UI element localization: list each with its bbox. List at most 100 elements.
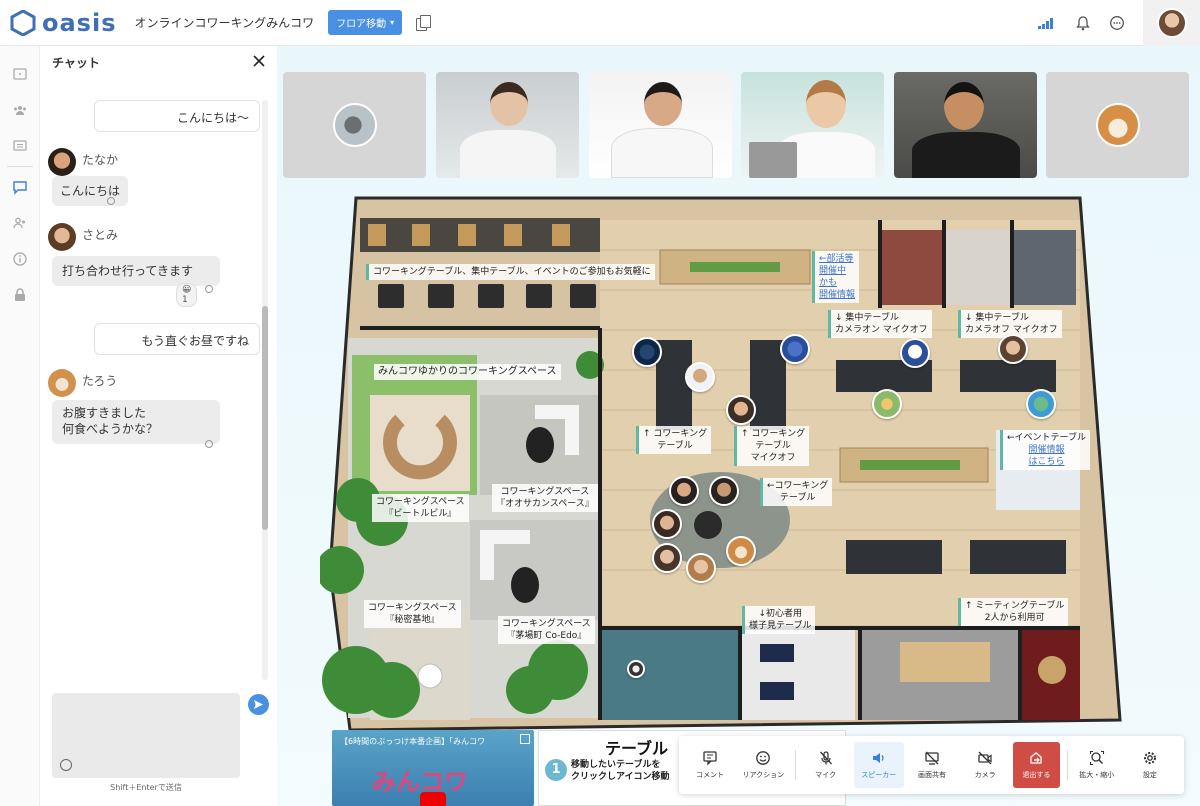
toolbar-divider [1066,750,1068,780]
lock-icon [15,288,25,301]
floor-label[interactable]: コワーキングスペース 『秘密基地』 [364,600,461,628]
bell-icon[interactable] [1075,15,1091,31]
emoji-icon[interactable] [60,759,72,771]
exit-button[interactable]: 退出する [1013,742,1060,788]
avatar[interactable] [1026,389,1056,419]
video-tile[interactable] [283,72,426,178]
floor-label[interactable]: コワーキングスペース 『茅場町 Co-Edo』 [498,616,595,644]
floor-label: ←コワーキング テーブル [760,478,833,506]
message-line: 何食べようかな？ [62,422,159,436]
send-button[interactable] [248,694,269,715]
add-reaction-icon[interactable] [205,440,213,448]
zoom-button[interactable]: 拡大・縮小 [1072,742,1122,788]
chat-scroll-thumb[interactable] [262,306,268,530]
video-tile[interactable] [589,72,732,178]
mic-button[interactable]: マイク [800,742,850,788]
floor-move-button[interactable]: フロア移動 ▾ [328,10,403,35]
rail-info-button[interactable] [0,241,40,277]
video-tile[interactable] [436,72,579,178]
rail-chat-button[interactable] [0,169,40,205]
label-line: 『茅場町 Co-Edo』 [506,631,587,641]
label-line: ↓初心者用 [758,609,802,619]
tool-label: カメラ [974,771,996,779]
message-sender: たなか [82,153,119,167]
chat-bubble-icon[interactable] [1109,15,1125,31]
label-line: コワーキングスペース [500,487,590,497]
comments-icon [13,140,27,151]
video-tile[interactable] [894,72,1037,178]
avatar[interactable] [652,543,682,573]
floor-label: ↓ 集中テーブル カメラオン マイクオフ [828,310,932,338]
reaction-button[interactable]: リアクション [738,742,788,788]
label-line: テーブル [657,441,693,451]
video-tile[interactable] [1046,72,1189,178]
add-reaction-icon[interactable] [205,285,213,293]
control-toolbar: コメント リアクション マイク スピーカー 画面共有 カメラ 退出する 拡大・縮… [679,736,1184,794]
close-icon[interactable] [250,52,268,70]
left-rail [0,46,40,806]
rail-users-button[interactable] [0,205,40,241]
label-line: 『オオサカンスペース』 [496,499,594,509]
play-icon[interactable] [420,792,446,806]
app-logo[interactable]: oasis [10,9,116,37]
message-bubble: 打ち合わせ行ってきます [52,256,220,286]
floor-label: コワーキングテーブル、集中テーブル、イベントのご参加もお気軽に [366,264,655,280]
floor-label[interactable]: コワーキングスペース 『オオサカンスペース』 [492,484,598,512]
avatar[interactable] [780,334,810,364]
zoom-icon [1089,750,1104,766]
own-message: もう直ぐお昼ですね [94,323,260,355]
avatar[interactable] [627,660,645,678]
space-name: オンラインコワーキングみんコワ [134,16,315,30]
fullscreen-icon[interactable] [520,734,530,744]
info-icon [13,252,27,266]
video-logo: みんコワ [372,768,468,796]
chat-input[interactable] [52,693,240,778]
smile-icon [756,751,771,765]
users-icon [13,217,25,229]
copy-icon[interactable] [416,14,432,31]
label-line: 開催情報 [1028,445,1065,455]
video-embed[interactable]: 【6時間のぶっつけ本番企画】「みんコワ みんコワ [332,730,534,806]
tool-label: 退出する [1022,771,1051,779]
add-reaction-icon[interactable] [107,197,115,205]
floor-label[interactable]: ←部活等 開催中 かも 開催情報 [812,251,860,303]
avatar[interactable] [669,476,699,506]
rail-lock-button[interactable] [0,277,40,313]
avatar[interactable] [726,536,756,566]
avatar[interactable] [709,476,739,506]
speaker-button[interactable]: スピーカー [853,742,904,788]
avatar[interactable] [652,509,682,539]
avatar[interactable] [726,395,756,425]
send-icon [254,700,263,709]
avatar[interactable] [872,389,902,419]
avatar[interactable] [998,334,1028,364]
label-line: ←イベントテーブル [1007,433,1087,443]
rail-members-button[interactable] [0,92,40,128]
label-line: マイクオフ [750,453,796,463]
floor-label[interactable]: ←イベントテーブル 開催情報 はこちら [1000,430,1091,470]
screen-share-button[interactable]: 画面共有 [907,742,957,788]
settings-button[interactable]: 設定 [1125,742,1175,788]
rail-board-button[interactable] [0,56,40,92]
camera-button[interactable]: カメラ [960,742,1010,788]
video-tile[interactable] [741,72,884,178]
message-bubble: こんにちは [52,176,129,206]
rail-comments-button[interactable] [0,128,40,164]
label-line: テーブル [779,493,816,503]
tool-label: 設定 [1142,771,1157,779]
avatar[interactable] [685,362,715,392]
tool-label: コメント [696,771,725,779]
user-menu[interactable] [1143,0,1200,46]
howto-text: 移動したいテーブルを クリックしアイコン移動 [571,759,670,783]
floor-label[interactable]: コワーキングスペース 『ビートルビル』 [372,494,469,522]
avatar[interactable] [900,338,930,368]
avatar [48,369,76,397]
label-line: ←部活等 [819,254,854,264]
label-line: 開催情報 [819,290,856,300]
tool-label: 拡大・縮小 [1079,771,1115,779]
comment-button[interactable]: コメント [685,742,735,788]
reaction-badge[interactable]: 😀 1 [176,283,198,307]
label-line: 2人から利用可 [984,613,1045,623]
avatar[interactable] [686,553,716,583]
avatar[interactable] [632,337,662,367]
